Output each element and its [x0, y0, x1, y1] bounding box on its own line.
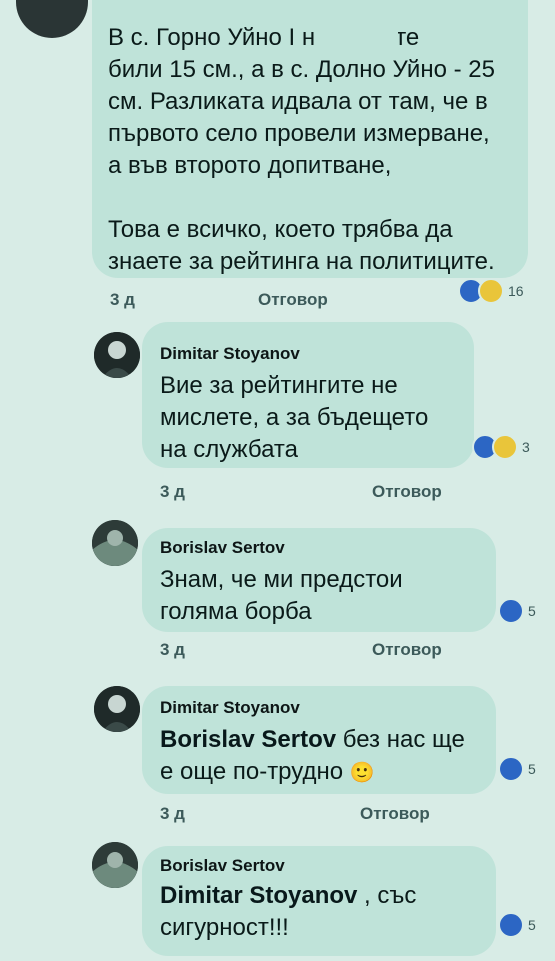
timestamp: 3 д — [160, 804, 185, 823]
reply-button[interactable]: Отговор — [258, 290, 328, 310]
reaction-count: 3 — [522, 439, 530, 455]
avatar[interactable] — [92, 520, 138, 566]
reply-button[interactable]: Отговор — [372, 482, 442, 502]
mention-link[interactable]: Borislav Sertov — [160, 726, 336, 753]
timestamp: 3 д — [160, 482, 185, 501]
author-name[interactable]: Borislav Sertov — [160, 538, 285, 558]
avatar[interactable] — [16, 0, 88, 38]
comment-text: Знам, че ми предстои голяма борба — [160, 566, 403, 625]
smile-emoji-icon: 🙂 — [349, 762, 375, 784]
redacted-area — [316, 20, 398, 56]
reaction-count: 5 — [528, 603, 536, 619]
laugh-reaction-icon — [478, 278, 504, 304]
comment-thread: В с. Горно Уйно I на мъжете били 15 см.,… — [0, 0, 555, 961]
reply-button[interactable]: Отговор — [372, 640, 442, 660]
reactions[interactable]: 16 — [458, 278, 524, 304]
reactions[interactable]: 5 — [498, 756, 536, 782]
author-name[interactable]: Borislav Sertov — [160, 856, 285, 876]
reaction-count: 5 — [528, 761, 536, 777]
comment-text: Dimitar Stoyanov , със сигурност!!! — [160, 882, 417, 941]
like-reaction-icon — [498, 598, 524, 624]
reply-button[interactable]: Отговор — [360, 804, 430, 824]
author-name[interactable]: Dimitar Stoyanov — [160, 344, 300, 364]
reactions[interactable]: 3 — [472, 434, 530, 460]
timestamp: 3 д — [160, 640, 185, 659]
reaction-count: 5 — [528, 917, 536, 933]
mention-link[interactable]: Dimitar Stoyanov — [160, 882, 357, 909]
author-name[interactable]: Dimitar Stoyanov — [160, 698, 300, 718]
comment-text: Вие за рейтингите не мислете, а за бъдещ… — [160, 372, 429, 463]
avatar[interactable] — [94, 686, 140, 732]
like-reaction-icon — [498, 912, 524, 938]
comment-text: Borislav Sertov без нас ще е още по-труд… — [160, 726, 465, 785]
reactions[interactable]: 5 — [498, 598, 536, 624]
avatar[interactable] — [92, 842, 138, 888]
timestamp: 3 д — [110, 290, 135, 309]
reactions[interactable]: 5 — [498, 912, 536, 938]
like-reaction-icon — [498, 756, 524, 782]
wow-reaction-icon — [492, 434, 518, 460]
reaction-count: 16 — [508, 283, 524, 299]
avatar[interactable] — [94, 332, 140, 378]
comment-text: В с. Горно Уйно I на мъжете били 15 см.,… — [108, 24, 495, 275]
